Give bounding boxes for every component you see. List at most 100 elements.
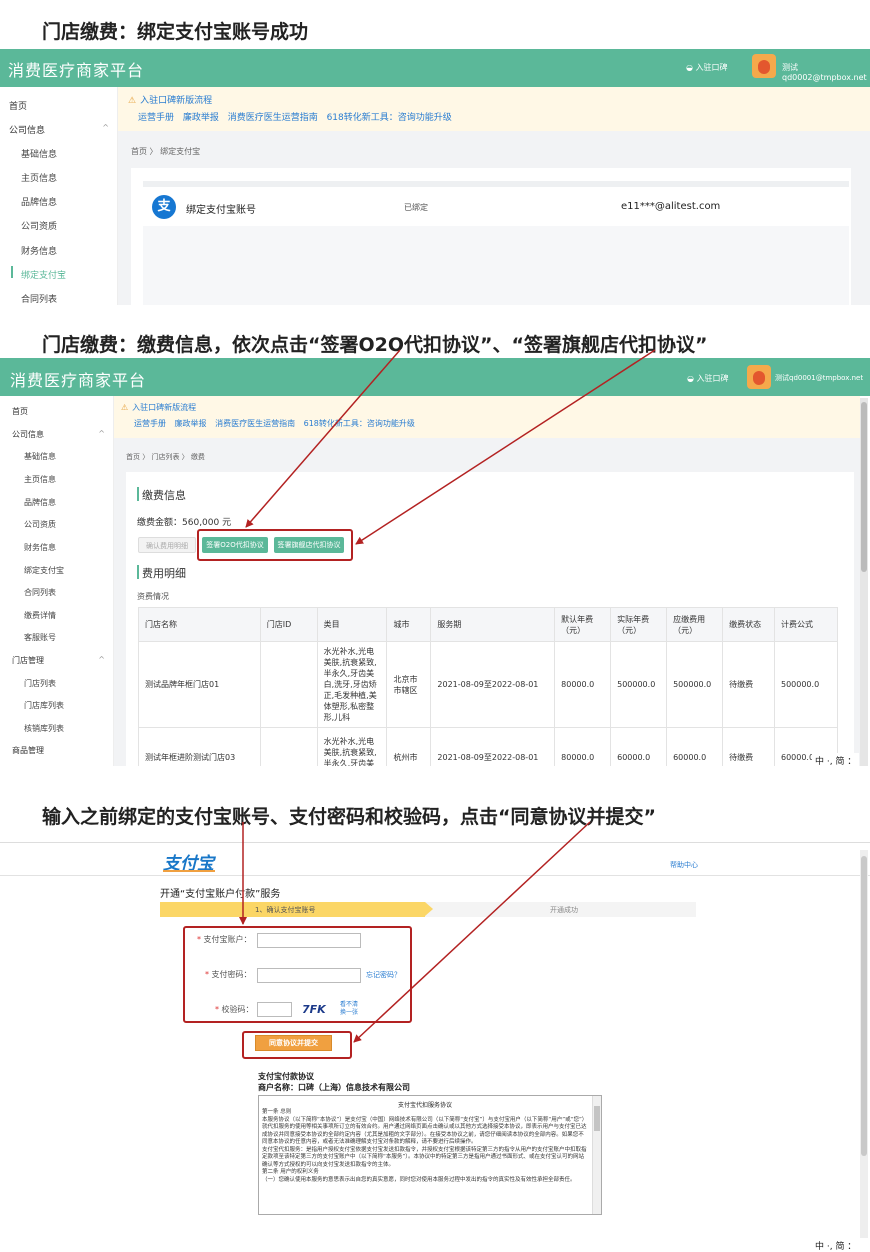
service-title: 开通“支付宝账户付款”服务	[160, 889, 281, 900]
highlight-submit	[242, 1031, 352, 1059]
cell: 80000.0	[554, 727, 612, 766]
confirm-fee-button[interactable]: 确认费用明细	[138, 537, 196, 553]
cell: 测试品牌年框门店01	[138, 641, 261, 728]
sidebar-item-alipay[interactable]: 绑定支付宝	[21, 268, 66, 281]
sidebar-item-homepage[interactable]: 主页信息	[21, 171, 57, 184]
col-default-fee: 默认年费（元）	[554, 607, 612, 642]
cell: 待缴费	[722, 641, 775, 728]
cell: 2021-08-09至2022-08-01	[430, 641, 556, 728]
sidebar-item-finance[interactable]: 财务信息	[21, 244, 57, 257]
active-indicator	[11, 266, 13, 278]
sidebar-item-basic[interactable]: 基础信息	[21, 147, 57, 160]
ime-indicator: 中 ·, 简 ：	[812, 1238, 860, 1252]
agreement-title: 支付宝付款协议	[258, 1072, 314, 1081]
agreement-box[interactable]: 支付宝代扣服务协议 第一条 总则 本服务协议（以下简称“本协议”）是支付宝（中国…	[258, 1095, 602, 1215]
sidebar-item-homepage[interactable]: 主页信息	[24, 474, 56, 485]
cell: 80000.0	[554, 641, 612, 728]
col-due-fee: 应缴费用（元）	[666, 607, 724, 642]
notice-title-link[interactable]: ⚠ 入驻口碑新版流程	[121, 402, 196, 413]
step-arrow	[425, 902, 433, 916]
step-bar: 1、确认支付宝账号 开通成功	[160, 902, 696, 917]
sidebar-item-contracts[interactable]: 合同列表	[21, 292, 57, 305]
sidebar-item-store-mgmt[interactable]: 门店管理	[12, 655, 44, 666]
agreement-scroll-thumb[interactable]	[594, 1106, 600, 1131]
notice-links[interactable]: 运营手册 廉政举报 消费医疗医生运营指南 618转化新工具：咨询功能升级	[134, 418, 415, 429]
sidebar-item-cs-account[interactable]: 客服账号	[24, 632, 56, 643]
sidebar-item-company[interactable]: 公司信息	[9, 123, 45, 136]
avatar[interactable]	[747, 365, 771, 389]
shield-icon: ◒	[687, 374, 697, 383]
top-nav-bar: 消费医疗商家平台 ◒ 入驻口碑 测试qd0002@tmpbox.net	[0, 49, 870, 87]
fee-amount: 缴费金额：560,000 元	[137, 518, 232, 528]
scrollbar-thumb[interactable]	[861, 402, 867, 572]
content-area: 首页 〉 门店列表 〉 缴费 缴费信息 缴费金额：560,000 元 确认费用明…	[114, 438, 860, 766]
warning-icon: ⚠	[128, 96, 137, 106]
sidebar-item-company[interactable]: 公司信息	[12, 429, 44, 440]
cell: 500000.0	[610, 641, 668, 728]
col-store-name: 门店名称	[138, 607, 261, 642]
cell: 60000.0	[610, 727, 668, 766]
merchant-name: 商户名称：口碑（上海）信息技术有限公司	[258, 1083, 410, 1092]
sidebar-item-home[interactable]: 首页	[12, 406, 28, 417]
cell: 杭州市	[386, 727, 432, 766]
platform-title: 消费医疗商家平台	[10, 371, 147, 390]
highlight-sign-buttons	[197, 529, 353, 561]
sidebar-item-contracts[interactable]: 合同列表	[24, 587, 56, 598]
chevron-up-icon[interactable]: ^	[98, 429, 105, 438]
scrollbar[interactable]	[860, 850, 868, 1238]
user-email[interactable]: 测试qd0001@tmpbox.net	[775, 373, 863, 383]
breadcrumb: 首页 〉 绑定支付宝	[131, 147, 201, 156]
user-email[interactable]: 测试qd0002@tmpbox.net	[782, 62, 870, 82]
cell: 水光补水,光电美肤,抗衰紧致,半永久,牙齿美白	[316, 727, 388, 766]
step-2-label: 开通成功	[550, 906, 578, 914]
breadcrumb: 首页 〉 门店列表 〉 缴费	[126, 453, 205, 461]
sidebar-item-qualification[interactable]: 公司资质	[21, 219, 57, 232]
caption-step3: 输入之前绑定的支付宝账号、支付密码和校验码，点击“同意协议并提交”	[42, 806, 656, 828]
top-nav-bar: 消费医疗商家平台 ◒ 入驻口碑 测试qd0001@tmpbox.net	[0, 358, 870, 396]
sidebar-item-home[interactable]: 首页	[9, 99, 27, 112]
sidebar-item-qualification[interactable]: 公司资质	[24, 519, 56, 530]
col-city: 城市	[386, 607, 432, 642]
col-category: 类目	[316, 607, 388, 642]
highlight-form-fields	[183, 926, 412, 1023]
section-marker	[137, 565, 139, 579]
agreement-scrollbar[interactable]	[592, 1096, 601, 1214]
caption-step2: 门店缴费：缴费信息，依次点击“签署O2O代扣协议”、“签署旗舰店代扣协议”	[42, 334, 708, 356]
detail-title: 费用明细	[142, 567, 186, 580]
ime-indicator: 中 ·, 简 ：	[812, 753, 860, 766]
sidebar-item-finance[interactable]: 财务信息	[24, 542, 56, 553]
cell	[259, 641, 318, 728]
sidebar-item-brand[interactable]: 品牌信息	[21, 195, 57, 208]
scrollbar-thumb[interactable]	[861, 856, 867, 1156]
sidebar-item-alipay[interactable]: 绑定支付宝	[24, 565, 64, 576]
cell: 水光补水,光电美肤,抗衰紧致,半永久,牙齿美白,洗牙,牙齿矫正,毛发种植,美体塑…	[316, 641, 388, 728]
bind-account: e11***@alitest.com	[621, 201, 721, 212]
sidebar-item-products[interactable]: 商品管理	[12, 745, 44, 756]
cell	[259, 727, 318, 766]
table-header-row: 门店名称 门店ID 类目 城市 服务期 默认年费（元） 实际年费（元） 应缴费用…	[138, 607, 839, 642]
notice-links[interactable]: 运营手册 廉政举报 消费医疗医生运营指南 618转化新工具：咨询功能升级	[138, 110, 452, 123]
chevron-up-icon[interactable]: ^	[102, 123, 109, 132]
sidebar-item-basic[interactable]: 基础信息	[24, 451, 56, 462]
bind-status: 已绑定	[404, 203, 428, 212]
scrollbar[interactable]	[860, 398, 868, 766]
notice-title-link[interactable]: ⚠ 入驻口碑新版流程	[128, 93, 212, 106]
panel-header-bar	[143, 181, 849, 187]
panel-empty-area	[143, 226, 849, 305]
col-period: 服务期	[430, 607, 556, 642]
shield-icon: ◒	[686, 63, 696, 72]
mouthpiece-link[interactable]: ◒ 入驻口碑	[686, 62, 728, 73]
mouthpiece-link[interactable]: ◒ 入驻口碑	[687, 373, 729, 384]
chevron-up-icon[interactable]: ^	[98, 655, 105, 664]
sidebar-item-brand[interactable]: 品牌信息	[24, 497, 56, 508]
col-actual-fee: 实际年费（元）	[610, 607, 668, 642]
help-center-link[interactable]: 帮助中心	[670, 860, 698, 870]
col-status: 缴费状态	[722, 607, 775, 642]
screenshot-alipay-service: 支付宝 帮助中心 开通“支付宝账户付款”服务 1、确认支付宝账号 开通成功 * …	[0, 842, 870, 1252]
sidebar-item-redeem-lib[interactable]: 核销库列表	[24, 723, 64, 734]
sidebar-item-fee-detail[interactable]: 缴费详情	[24, 610, 56, 621]
section-title: 缴费信息	[142, 489, 186, 502]
sidebar-item-store-lib[interactable]: 门店库列表	[24, 700, 64, 711]
sidebar-item-store-list[interactable]: 门店列表	[24, 678, 56, 689]
avatar[interactable]	[752, 54, 776, 78]
